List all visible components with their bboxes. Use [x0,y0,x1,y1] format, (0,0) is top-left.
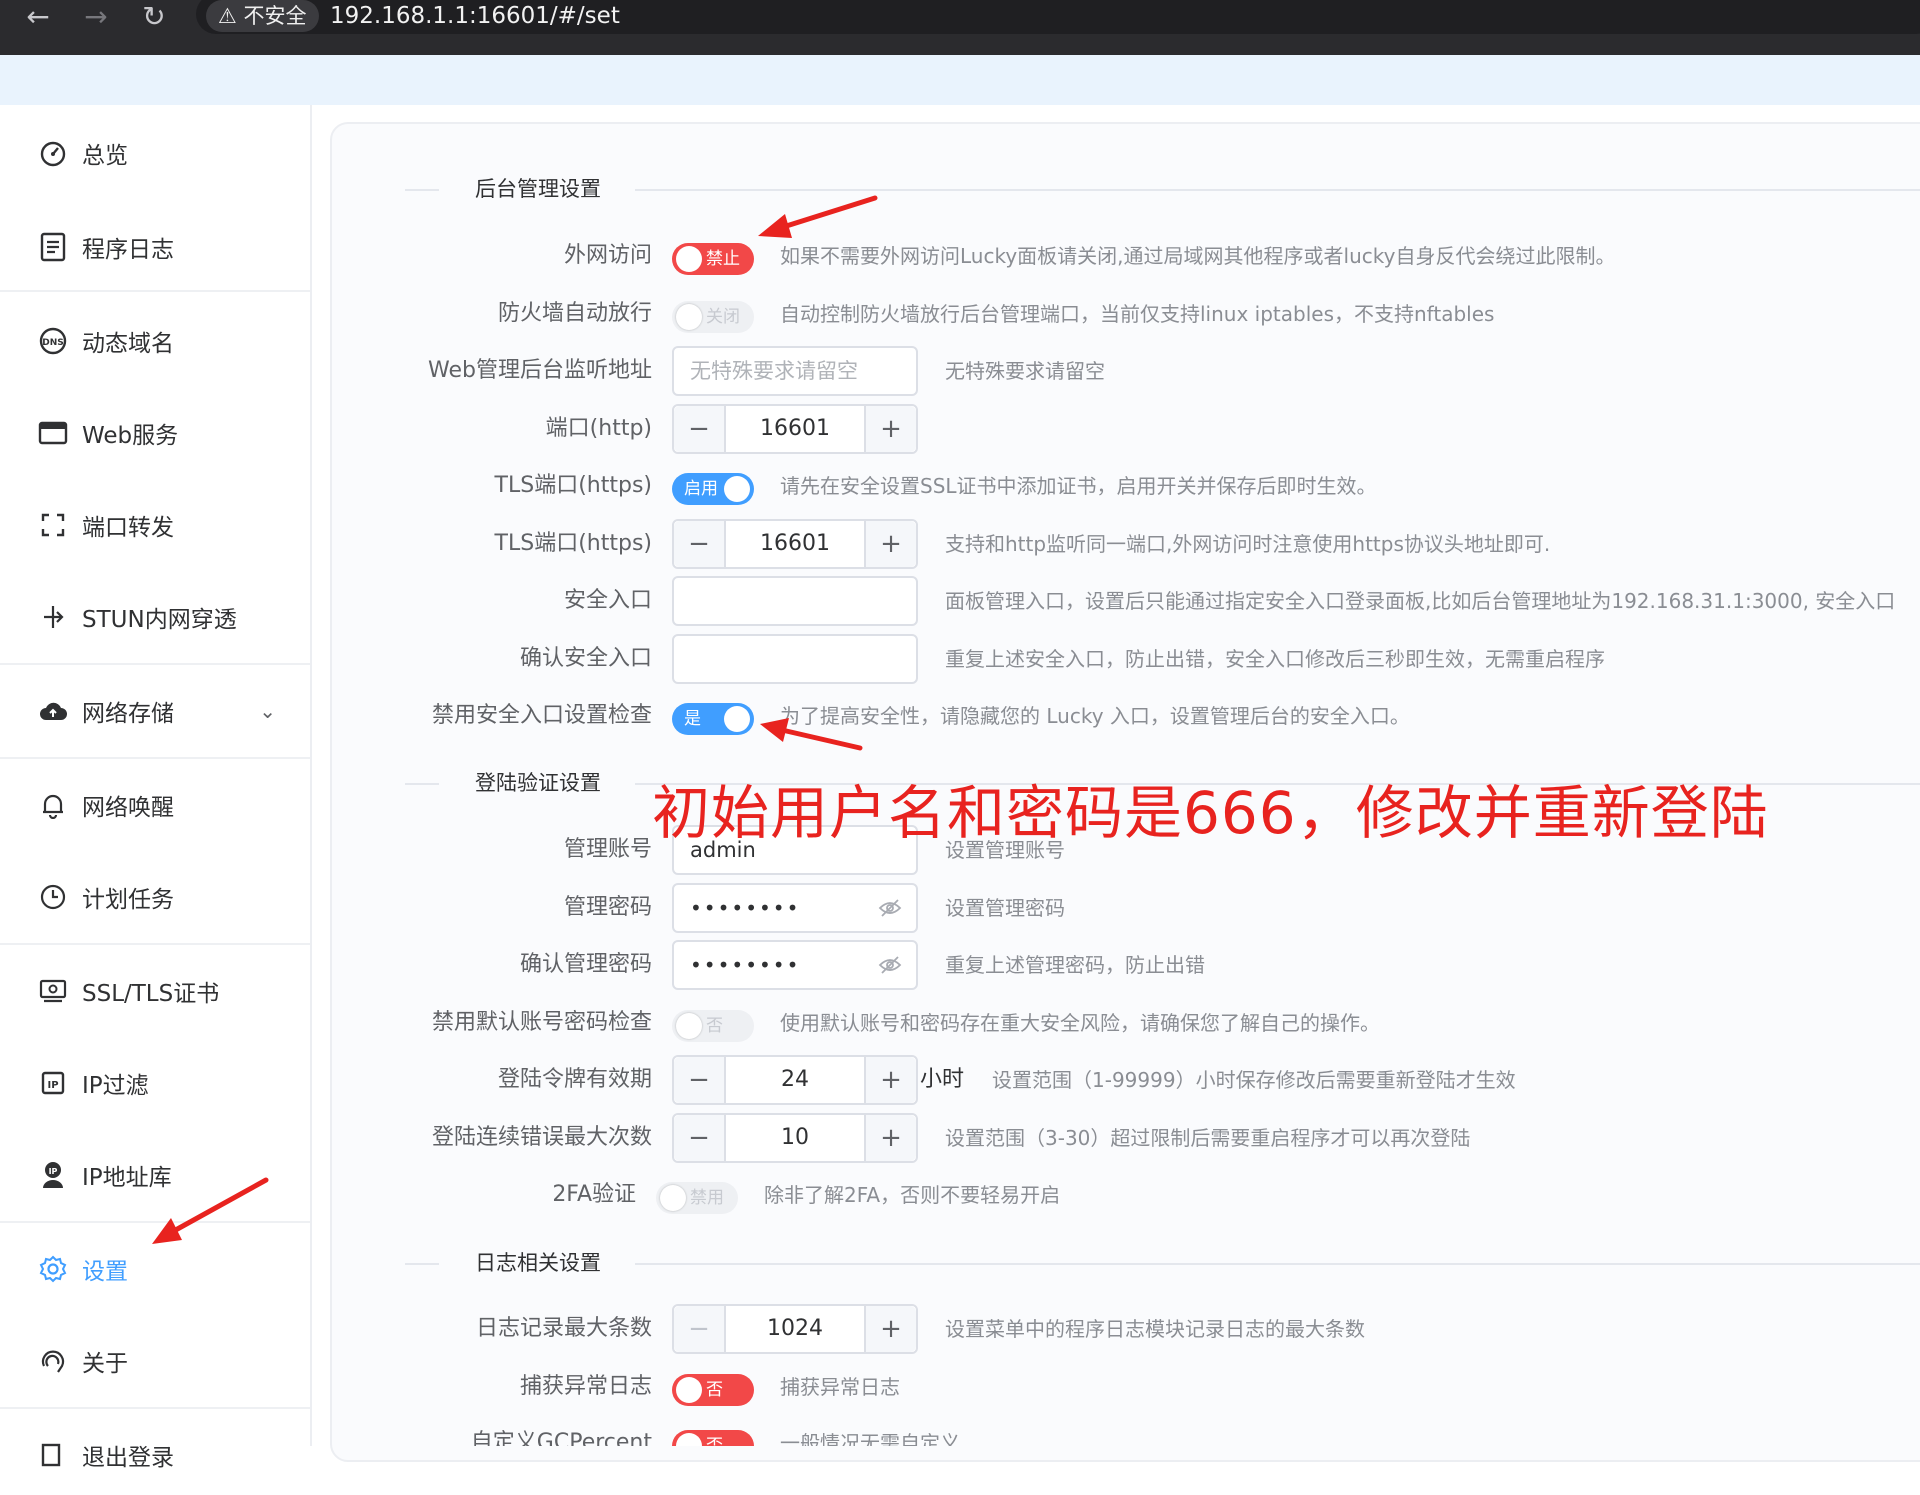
arrow-head [758,214,792,238]
arrow-head [760,718,789,742]
arrow-line [777,195,878,231]
arrow-line [779,727,863,751]
annotation-arrows [152,195,878,1244]
arrow-head [152,1218,182,1244]
arrow-line [169,1177,269,1235]
